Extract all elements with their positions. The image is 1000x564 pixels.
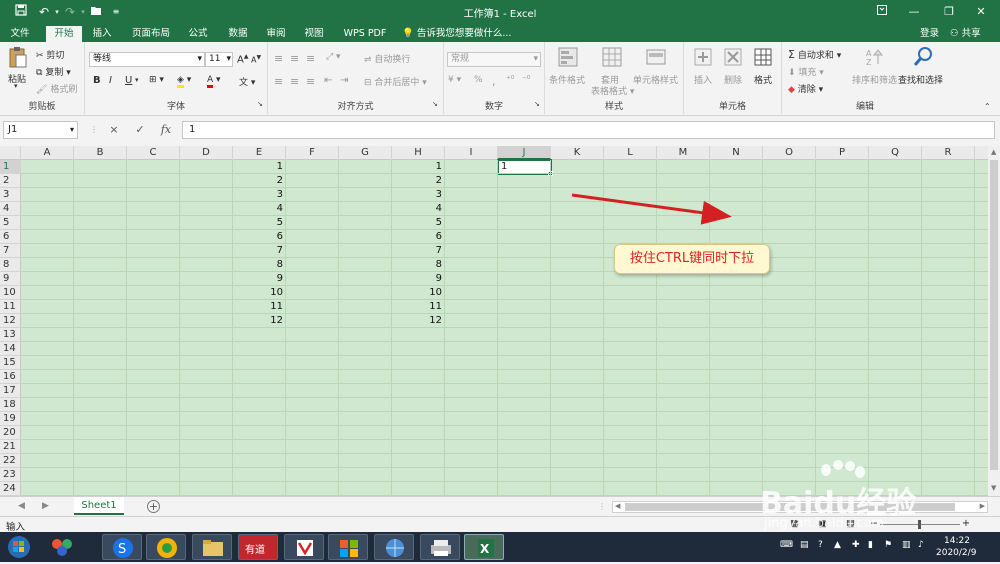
svg-text:S: S — [118, 542, 126, 557]
start-button[interactable] — [4, 534, 36, 560]
page-break-view-icon[interactable]: ▤ — [846, 518, 855, 529]
tray-expand-icon[interactable]: ▲ — [834, 540, 841, 550]
taskbar-wps-icon[interactable] — [284, 534, 324, 560]
scroll-right-icon[interactable]: ▶ — [980, 502, 985, 510]
next-sheet-icon[interactable]: ▶ — [42, 501, 49, 511]
zoom-in-icon[interactable]: + — [962, 518, 970, 529]
sheet-tab-bar: ◀ ▶ Sheet1 + ⋮ ◀ ▶ — [0, 496, 1000, 516]
tray-clock-time[interactable]: 14:22 — [944, 536, 970, 546]
normal-view-icon[interactable]: ▦ — [790, 518, 799, 529]
tray-input-icon[interactable]: ▤ — [800, 540, 809, 550]
tray-clock-date[interactable]: 2020/2/9 — [936, 548, 976, 558]
tab-split-handle[interactable]: ⋮ — [598, 502, 606, 511]
prev-sheet-icon[interactable]: ◀ — [18, 501, 25, 511]
zoom-out-icon[interactable]: − — [870, 518, 878, 529]
tray-security-icon[interactable]: ✚ — [852, 540, 860, 550]
taskbar-explorer-icon[interactable] — [192, 534, 232, 560]
taskbar-sogou-icon[interactable]: S — [102, 534, 142, 560]
tray-battery-icon[interactable]: ▮ — [868, 540, 873, 550]
windows-taskbar: S 有道 X ⌨ ▤ ? ▲ ✚ ▮ ⚑ ▥ ♪ 14:22 2020/2/9 — [0, 532, 1000, 562]
taskbar-office-icon[interactable] — [328, 534, 368, 560]
taskbar-excel-icon[interactable]: X — [464, 534, 504, 560]
status-bar: 输入 ▦ ▣ ▤ − + — [0, 516, 1000, 533]
tray-keyboard-icon[interactable]: ⌨ — [780, 540, 793, 550]
status-mode: 输入 — [6, 522, 26, 533]
tray-volume-icon[interactable]: ♪ — [918, 540, 924, 550]
tray-help-icon[interactable]: ? — [818, 540, 823, 550]
sheet-tab-sheet1[interactable]: Sheet1 — [74, 497, 124, 515]
horizontal-scroll-thumb[interactable] — [625, 503, 955, 511]
add-sheet-button[interactable]: + — [147, 500, 160, 513]
taskbar-browser-icon[interactable] — [146, 534, 186, 560]
taskbar-network-icon[interactable] — [374, 534, 414, 560]
scroll-left-icon[interactable]: ◀ — [615, 502, 620, 510]
zoom-slider-thumb[interactable] — [918, 520, 921, 529]
tray-network-icon[interactable]: ▥ — [902, 540, 911, 550]
annotation-arrow — [571, 193, 732, 225]
taskbar-app-icon[interactable] — [42, 534, 82, 560]
tray-flag-icon[interactable]: ⚑ — [884, 540, 892, 550]
horizontal-scrollbar[interactable]: ◀ ▶ — [612, 501, 988, 513]
page-layout-view-icon[interactable]: ▣ — [818, 518, 827, 529]
svg-text:X: X — [480, 542, 490, 556]
taskbar-printer-icon[interactable] — [420, 534, 460, 560]
taskbar-youdao-icon[interactable]: 有道 — [238, 534, 278, 560]
annotation-callout: 按住CTRL键同时下拉 — [614, 244, 770, 274]
youdao-label: 有道 — [245, 545, 265, 556]
